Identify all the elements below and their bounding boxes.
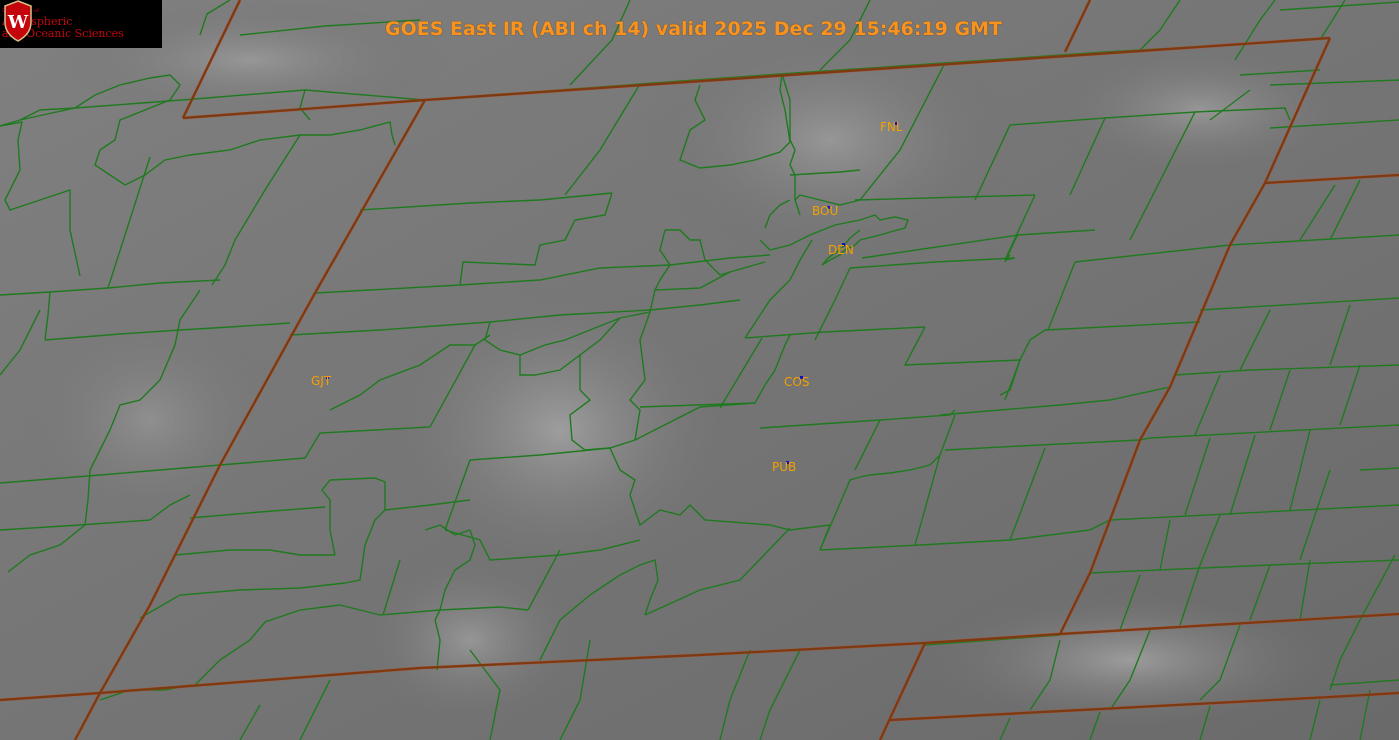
crest-letter: W xyxy=(7,12,29,33)
satellite-map: FNL BOU DEN GJT COS PUB GOES East IR (AB… xyxy=(0,0,1399,740)
map-svg xyxy=(0,0,1399,740)
ir-imagery xyxy=(0,0,1399,740)
uw-crest-icon: W xyxy=(4,0,32,42)
station-label-bou: BOU xyxy=(812,204,839,218)
station-label-gjt: GJT xyxy=(311,374,332,388)
station-label-den: DEN xyxy=(828,243,854,257)
aos-logo: W Department of Atmospheric and Oceanic … xyxy=(0,0,162,48)
station-label-pub: PUB xyxy=(772,460,797,474)
image-title: GOES East IR (ABI ch 14) valid 2025 Dec … xyxy=(385,18,1002,40)
station-label-fnl: FNL xyxy=(880,120,903,134)
station-label-cos: COS xyxy=(784,375,810,389)
